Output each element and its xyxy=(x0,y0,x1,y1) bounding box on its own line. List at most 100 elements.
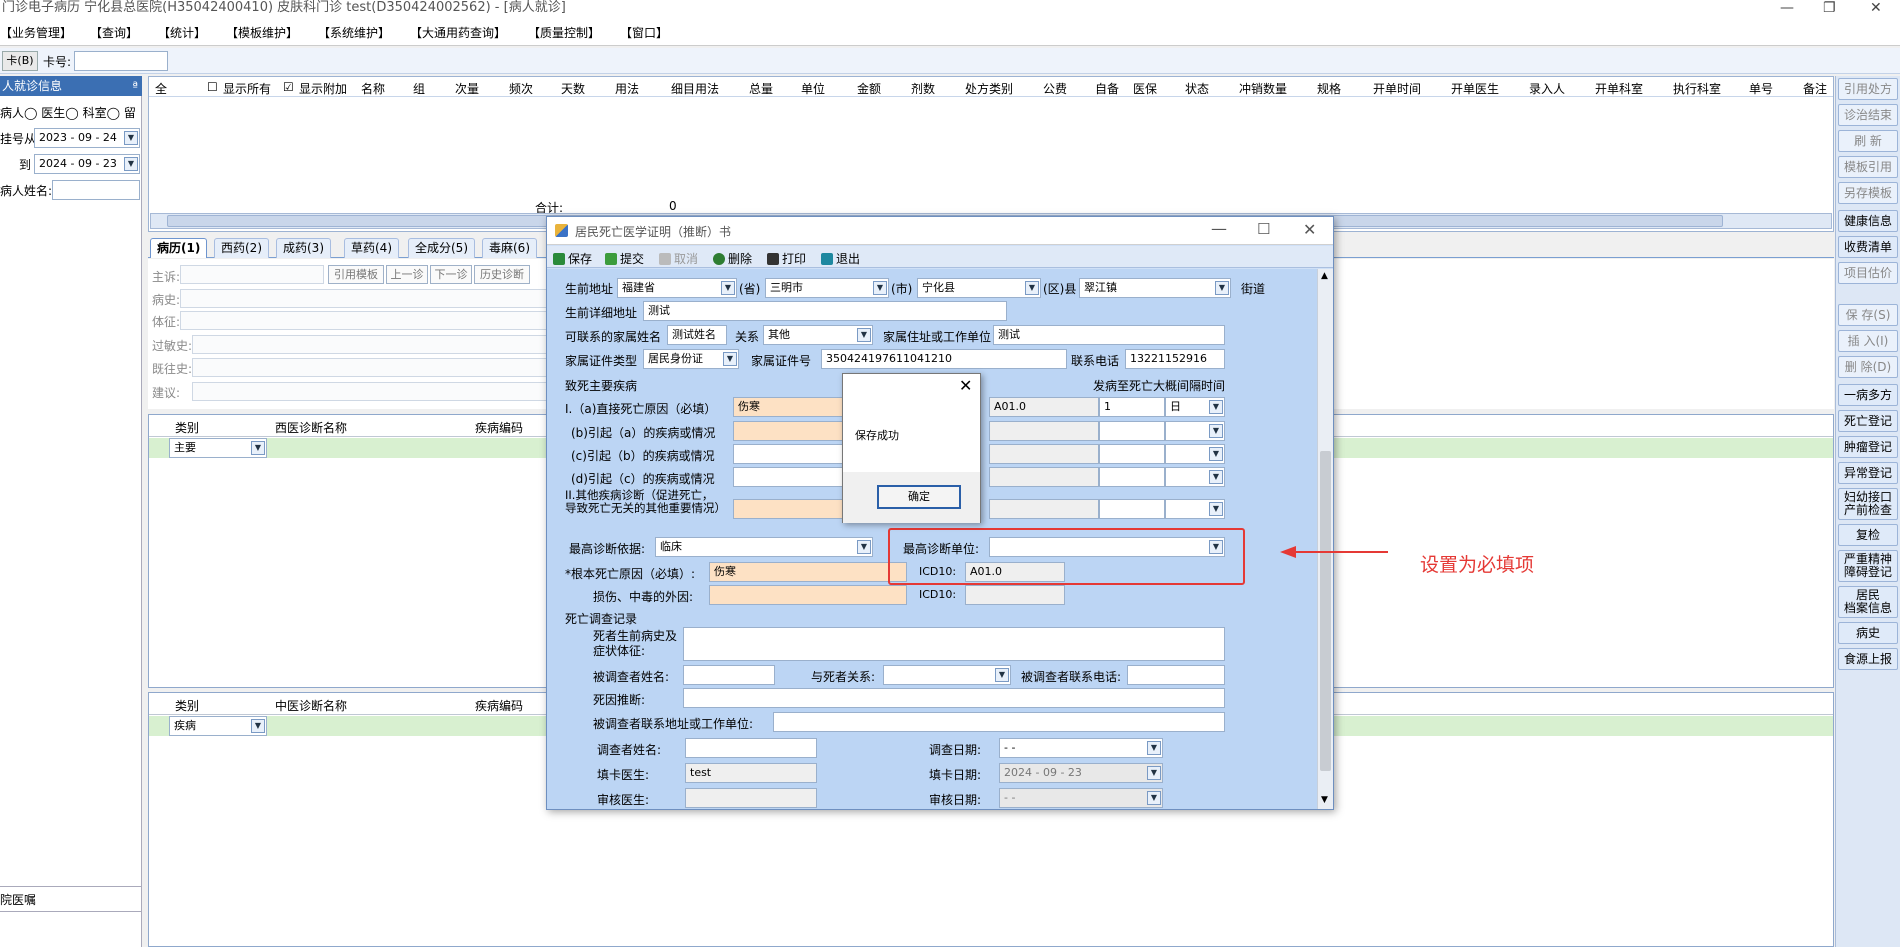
col-header[interactable]: 剂数 xyxy=(911,80,935,97)
history-diagnosis-button[interactable]: 历史诊断 xyxy=(474,265,530,284)
col-header[interactable]: 自备 xyxy=(1095,80,1119,97)
restore-icon[interactable]: ❐ xyxy=(1823,0,1836,16)
fill-date-input[interactable]: 2024 - 09 - 23 ▼ xyxy=(999,763,1163,783)
death-register-button[interactable]: 死亡登记 xyxy=(1838,410,1898,432)
col-header[interactable]: 冲销数量 xyxy=(1239,80,1287,97)
chevron-down-icon[interactable]: ▼ xyxy=(1215,281,1229,295)
interval-c-unit-select[interactable]: ▼ xyxy=(1165,444,1225,464)
city-select[interactable]: 三明市 ▼ xyxy=(765,278,889,298)
chevron-down-icon[interactable]: ▼ xyxy=(857,328,871,342)
col-header[interactable]: 单号 xyxy=(1749,80,1773,97)
show-extra-checkbox[interactable]: ☑ xyxy=(283,80,294,94)
col-header[interactable]: 组 xyxy=(413,80,425,97)
cause-d-input[interactable] xyxy=(733,467,843,487)
menu-stats[interactable]: 【统计】 xyxy=(158,24,206,41)
injury-cause-input[interactable] xyxy=(709,585,907,605)
prev-visit-button[interactable]: 上一诊 xyxy=(386,265,428,284)
radio-doctor[interactable]: ◯ xyxy=(65,106,78,120)
radio-stay[interactable]: ◯ xyxy=(107,106,120,120)
menu-system[interactable]: 【系统维护】 xyxy=(318,24,390,41)
icd-d-input[interactable] xyxy=(989,467,1099,487)
template-cite-button[interactable]: 模板引用 xyxy=(1838,156,1898,178)
multi-prescription-button[interactable]: 一病多方 xyxy=(1838,384,1898,406)
maximize-icon[interactable]: ☐ xyxy=(1257,220,1270,238)
menu-business[interactable]: 【业务管理】 xyxy=(0,24,72,41)
maternal-interface-button[interactable]: 妇幼接口 产前检查 xyxy=(1838,488,1898,520)
date-from-input[interactable]: 2023 - 09 - 24 ▼ xyxy=(34,128,140,148)
phone-input[interactable]: 13221152916 xyxy=(1125,349,1225,369)
health-info-button[interactable]: 健康信息 xyxy=(1838,210,1898,232)
resident-archive-button[interactable]: 居民 档案信息 xyxy=(1838,586,1898,618)
exit-tool[interactable]: 退出 xyxy=(821,250,860,267)
submit-tool[interactable]: 提交 xyxy=(605,250,644,267)
survey-date-input[interactable]: - - ▼ xyxy=(999,738,1163,758)
death-inference-input[interactable] xyxy=(683,688,1225,708)
close-icon[interactable]: ✕ xyxy=(1303,220,1316,239)
relation-select[interactable]: 其他 ▼ xyxy=(763,325,873,345)
interval-b-input[interactable] xyxy=(1099,421,1165,441)
radio-patient[interactable]: ◯ xyxy=(24,106,37,120)
chevron-down-icon[interactable]: ▼ xyxy=(251,719,265,733)
charge-list-button[interactable]: 收费清单 xyxy=(1838,236,1898,258)
close-icon[interactable]: ✕ xyxy=(1870,0,1882,16)
col-header[interactable]: 公费 xyxy=(1043,80,1067,97)
card-button[interactable]: 卡(B) xyxy=(2,51,38,71)
card-doctor-input[interactable]: test xyxy=(685,763,817,783)
signs-input[interactable] xyxy=(180,311,560,330)
investigator-input[interactable] xyxy=(685,738,817,758)
chevron-down-icon[interactable]: ▼ xyxy=(1209,424,1223,438)
chevron-down-icon[interactable]: ▼ xyxy=(1209,502,1223,516)
cause-a-input[interactable]: 伤寒 xyxy=(733,397,843,417)
col-header[interactable]: 天数 xyxy=(561,80,585,97)
scroll-thumb[interactable] xyxy=(1320,451,1331,771)
province-select[interactable]: 福建省 ▼ xyxy=(617,278,737,298)
menu-query[interactable]: 【查询】 xyxy=(90,24,138,41)
minimize-icon[interactable]: — xyxy=(1211,219,1227,238)
diagnosis-type-select[interactable]: 疾病 ▼ xyxy=(169,716,267,736)
chevron-up-icon[interactable]: ▲ xyxy=(1321,271,1328,281)
chevron-down-icon[interactable]: ▼ xyxy=(1209,470,1223,484)
cause-c-input[interactable] xyxy=(733,444,843,464)
chevron-down-icon[interactable]: ▼ xyxy=(124,131,138,145)
interval-c-input[interactable] xyxy=(1099,444,1165,464)
respondent-relation-select[interactable]: ▼ xyxy=(883,665,1011,685)
county-select[interactable]: 宁化县 ▼ xyxy=(917,278,1041,298)
id-type-select[interactable]: 居民身份证 ▼ xyxy=(643,349,739,369)
patient-history-input[interactable] xyxy=(683,627,1225,661)
col-header[interactable]: 总量 xyxy=(749,80,773,97)
chevron-down-icon[interactable]: ▼ xyxy=(251,441,265,455)
col-header[interactable]: 录入人 xyxy=(1529,80,1565,97)
col-header[interactable]: 频次 xyxy=(509,80,533,97)
medical-history-button[interactable]: 病史 xyxy=(1838,622,1898,644)
family-address-input[interactable]: 测试 xyxy=(993,325,1225,345)
chevron-down-icon[interactable]: ▼ xyxy=(1025,281,1039,295)
other-disease-input[interactable] xyxy=(733,499,843,519)
chief-complaint-input[interactable] xyxy=(180,265,324,284)
menu-drug-query[interactable]: 【大通用药查询】 xyxy=(410,24,506,41)
root-cause-input[interactable]: 伤寒 xyxy=(709,562,907,582)
col-header[interactable]: 处方类别 xyxy=(965,80,1013,97)
diagnosis-basis-select[interactable]: 临床 ▼ xyxy=(655,537,873,557)
injury-icd-input[interactable] xyxy=(965,585,1065,605)
cause-b-input[interactable] xyxy=(733,421,843,441)
tab-ingredients[interactable]: 全成分(5) xyxy=(408,238,475,258)
recheck-button[interactable]: 复检 xyxy=(1838,524,1898,546)
save-button[interactable]: 保 存(S) xyxy=(1838,304,1898,326)
interval-d-input[interactable] xyxy=(1099,467,1165,487)
minimize-icon[interactable]: — xyxy=(1780,0,1794,16)
finish-visit-button[interactable]: 诊治结束 xyxy=(1838,104,1898,126)
interval-b-unit-select[interactable]: ▼ xyxy=(1165,421,1225,441)
other-interval-unit-select[interactable]: ▼ xyxy=(1165,499,1225,519)
col-header[interactable]: 开单科室 xyxy=(1595,80,1643,97)
history-input[interactable] xyxy=(180,289,560,308)
respondent-address-input[interactable] xyxy=(773,712,1225,732)
cancel-tool[interactable]: 取消 xyxy=(659,250,698,267)
col-header[interactable]: 用法 xyxy=(615,80,639,97)
save-template-as-button[interactable]: 另存模板 xyxy=(1838,182,1898,204)
interval-d-unit-select[interactable]: ▼ xyxy=(1165,467,1225,487)
menu-template[interactable]: 【模板维护】 xyxy=(226,24,298,41)
review-date-input[interactable]: - - ▼ xyxy=(999,788,1163,808)
chevron-down-icon[interactable]: ▼ xyxy=(1209,400,1223,414)
icd-a-input[interactable]: A01.0 xyxy=(989,397,1099,417)
tab-record[interactable]: 病历(1) xyxy=(150,238,208,258)
